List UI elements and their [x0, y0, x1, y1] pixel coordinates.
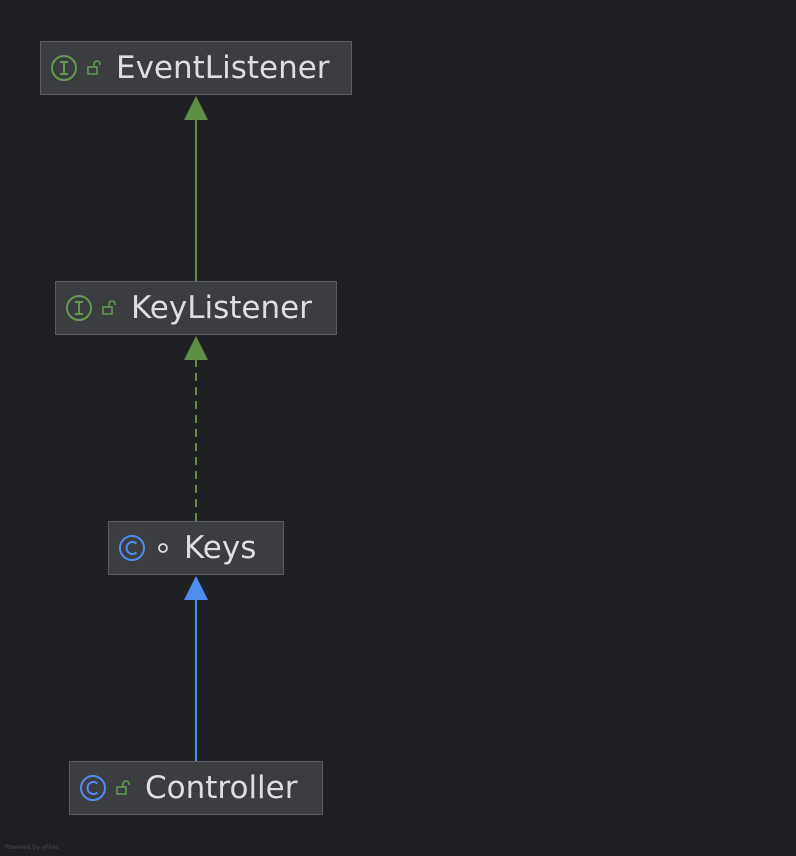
edge-keys-implements-keylistener [184, 336, 208, 521]
inheritance-arrowhead [184, 576, 208, 600]
diagram-canvas [184, 96, 208, 761]
implementation-arrowhead [184, 336, 208, 360]
node-eventlistener[interactable]: EventListener [40, 41, 352, 95]
edge-keylistener-extends-eventlistener [184, 96, 208, 281]
class-c-icon [80, 775, 106, 801]
interface-i-icon [66, 295, 92, 321]
unlocked-padlock-icon [87, 60, 101, 75]
node-name: Controller [145, 770, 298, 806]
node-name: KeyListener [131, 290, 312, 326]
class-c-icon [119, 535, 145, 561]
interface-i-icon [51, 55, 77, 81]
node-name: EventListener [116, 50, 330, 86]
node-name: Keys [184, 530, 257, 566]
inheritance-arrowhead [184, 96, 208, 120]
node-controller[interactable]: Controller [69, 761, 323, 815]
node-keys[interactable]: Keys [108, 521, 284, 575]
powered-by-label: Powered by yFiles [5, 844, 59, 851]
node-keylistener[interactable]: KeyListener [55, 281, 337, 335]
edge-controller-extends-keys [184, 576, 208, 761]
circle-dot-icon [158, 543, 168, 553]
unlocked-padlock-icon [116, 780, 130, 795]
unlocked-padlock-icon [102, 300, 116, 315]
